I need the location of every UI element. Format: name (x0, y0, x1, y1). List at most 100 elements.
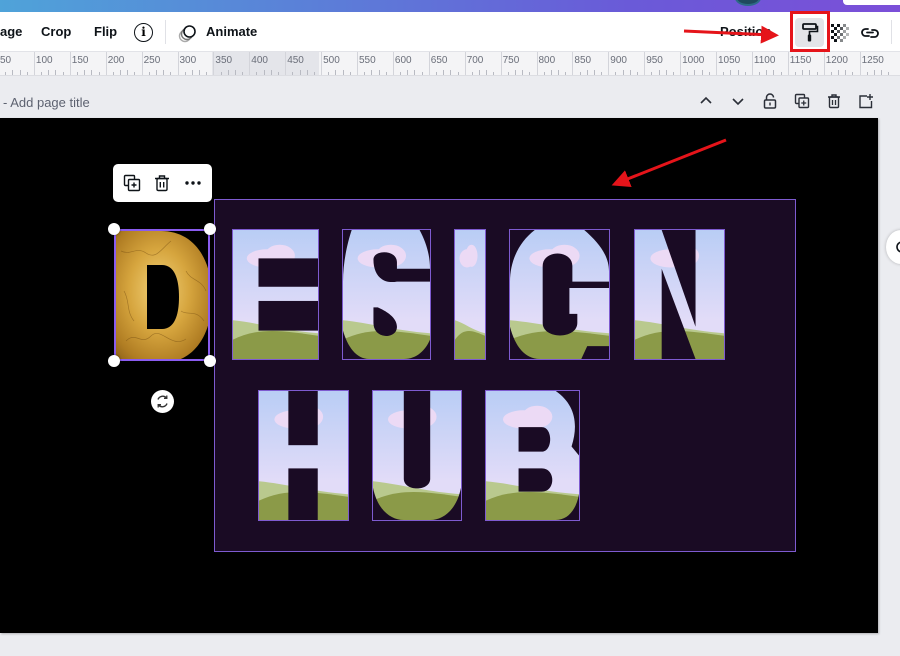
ruler-minor-tick (701, 70, 703, 75)
ruler-minor-tick (514, 70, 516, 75)
ruler-minor-tick (708, 72, 710, 75)
ruler-minor-tick (507, 72, 509, 75)
trash-icon[interactable] (153, 174, 171, 192)
ruler-minor-tick (91, 70, 93, 75)
ruler-tick-label: 300 (179, 55, 197, 66)
resize-handle-top-right[interactable] (204, 223, 216, 235)
ruler-major-tick (69, 52, 71, 75)
element-context-menu (113, 164, 212, 202)
info-icon[interactable]: i (134, 23, 153, 42)
link-icon (861, 28, 879, 38)
unlock-icon[interactable] (762, 93, 778, 109)
ruler-major-tick (141, 52, 143, 75)
sky-landscape-fill (510, 230, 609, 359)
chevron-up-icon[interactable] (698, 93, 714, 109)
ruler-minor-tick (313, 72, 315, 75)
letter-g[interactable] (509, 229, 610, 360)
letter-e[interactable] (232, 229, 319, 360)
toolbar-divider (891, 20, 892, 44)
ruler-tick-label: 50 (0, 55, 12, 66)
sky-landscape-fill (259, 391, 348, 520)
ruler-minor-tick (206, 72, 208, 75)
side-panel-toggle[interactable] (886, 230, 900, 264)
annotation-highlight-box (790, 11, 830, 52)
resize-handle-bottom-right[interactable] (204, 355, 216, 367)
animate-button[interactable]: Animate (206, 12, 257, 52)
position-button[interactable]: Position (720, 12, 771, 52)
flip-button[interactable]: Flip (94, 12, 117, 52)
more-options-icon[interactable] (184, 174, 202, 192)
ruler-minor-tick (127, 70, 129, 75)
rotate-icon (157, 395, 168, 408)
ruler-tick-label: 200 (107, 55, 125, 66)
ruler-minor-tick (687, 72, 689, 75)
ruler-major-tick (33, 52, 35, 75)
letter-u[interactable] (372, 390, 462, 521)
share-button[interactable] (843, 0, 900, 5)
ruler-minor-tick (41, 72, 43, 75)
ruler-minor-tick (479, 70, 481, 75)
ruler-minor-tick (457, 72, 459, 75)
ruler-minor-tick (227, 70, 229, 75)
ruler-minor-tick (378, 70, 380, 75)
add-page-icon[interactable] (858, 93, 874, 109)
ruler-minor-tick (112, 72, 114, 75)
ruler-minor-tick (76, 72, 78, 75)
sky-landscape-fill (373, 391, 461, 520)
edit-image-button[interactable]: age (0, 12, 22, 52)
ruler-minor-tick (529, 72, 531, 75)
letter-i[interactable] (454, 229, 486, 360)
ruler-tick-label: 700 (466, 55, 484, 66)
delete-page-icon[interactable] (826, 93, 842, 109)
letter-b[interactable] (485, 390, 580, 521)
ruler-minor-tick (155, 70, 157, 75)
ruler-minor-tick (759, 72, 761, 75)
ruler-tick-label: 1000 (682, 55, 705, 66)
ruler-tick-label: 550 (359, 55, 376, 66)
horizontal-ruler: 50 100 150 200 250 300 350 400 450 500 550 600 650 70… (0, 52, 900, 76)
ruler-major-tick (500, 52, 502, 75)
ruler-tick-label: 1050 (718, 55, 741, 66)
ruler-minor-tick (881, 70, 883, 75)
letter-h[interactable] (258, 390, 349, 521)
ruler-major-tick (428, 52, 430, 75)
resize-handle-bottom-left[interactable] (108, 355, 120, 367)
context-toolbar: age Crop Flip i Animate Position (0, 12, 900, 52)
ruler-minor-tick (565, 72, 567, 75)
ruler-minor-tick (400, 72, 402, 75)
letter-n[interactable] (634, 229, 725, 360)
ruler-tick-label: 900 (610, 55, 627, 66)
avatar[interactable] (735, 0, 761, 6)
ruler-major-tick (285, 52, 287, 75)
chevron-down-icon[interactable] (730, 93, 746, 109)
ruler-minor-tick (270, 70, 272, 75)
ruler-minor-tick (802, 70, 804, 75)
ruler-major-tick (536, 52, 538, 75)
link-button[interactable] (860, 24, 880, 42)
crop-button[interactable]: Crop (41, 12, 71, 52)
rotate-handle[interactable] (151, 390, 174, 413)
animate-icon[interactable] (178, 23, 198, 43)
ruler-tick-label: 750 (502, 55, 520, 66)
ruler-minor-tick (328, 72, 330, 75)
ruler-tick-label: 1150 (789, 55, 812, 66)
ruler-minor-tick (5, 72, 7, 75)
ruler-minor-tick (672, 72, 674, 75)
ruler-minor-tick (278, 72, 280, 75)
letter-s[interactable] (342, 229, 431, 360)
ruler-minor-tick (450, 70, 452, 75)
ruler-minor-tick (306, 70, 308, 75)
ruler-tick-label: 450 (287, 55, 304, 66)
ruler-minor-tick (170, 72, 172, 75)
duplicate-icon[interactable] (123, 174, 141, 192)
transparency-button[interactable] (831, 24, 849, 42)
ruler-minor-tick (593, 70, 595, 75)
page-title-input[interactable]: - Add page title (3, 95, 90, 110)
ruler-minor-tick (809, 70, 811, 75)
ruler-tick-label: 950 (646, 55, 663, 66)
duplicate-page-icon[interactable] (794, 93, 810, 109)
ruler-minor-tick (471, 72, 473, 75)
resize-handle-top-left[interactable] (108, 223, 120, 235)
selected-letter-d[interactable] (114, 229, 210, 361)
ruler-tick-label: 1250 (861, 55, 884, 66)
